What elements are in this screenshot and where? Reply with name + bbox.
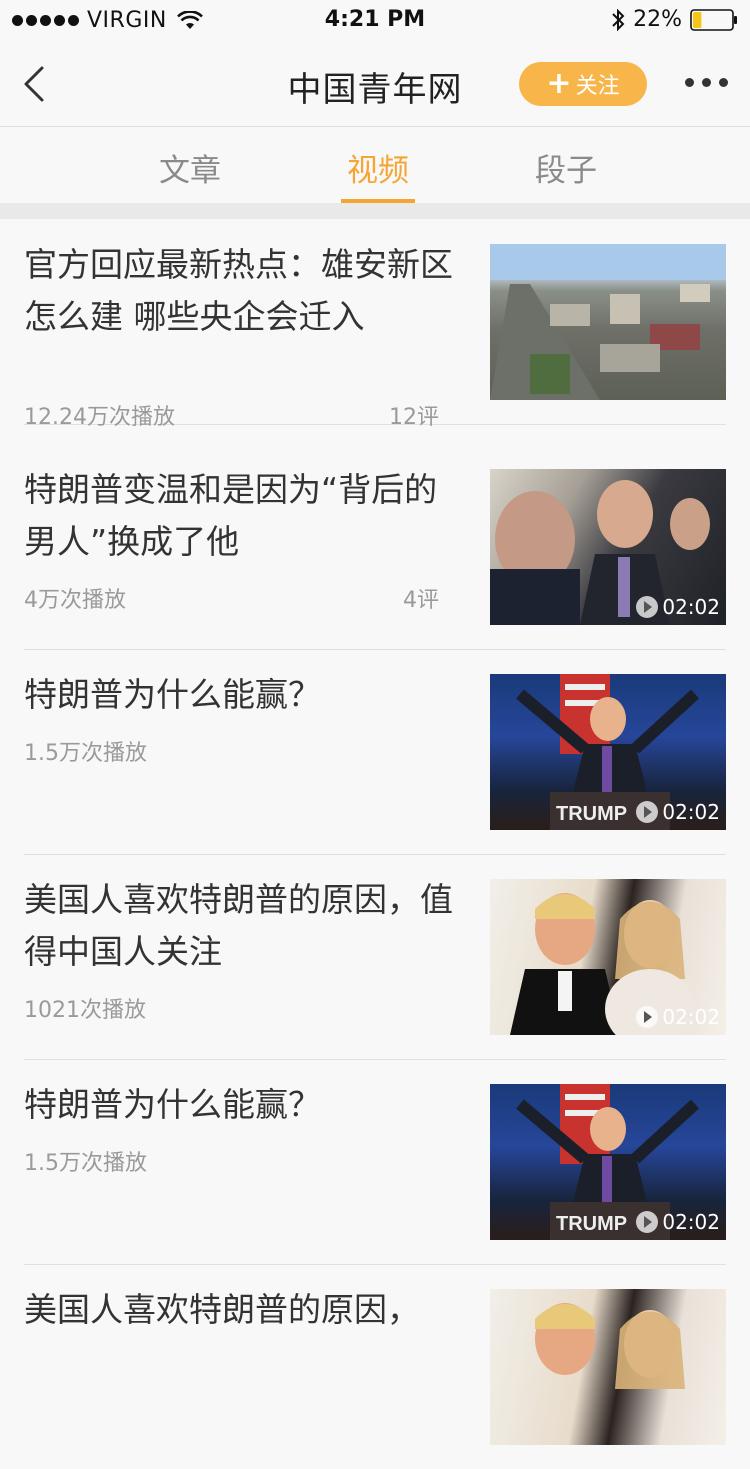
comment-count: 4评 bbox=[403, 588, 439, 613]
duration-label: 02:02 bbox=[662, 1005, 720, 1029]
play-icon bbox=[636, 1211, 659, 1233]
duration-label: 02:02 bbox=[662, 595, 720, 619]
section-divider bbox=[0, 203, 750, 219]
play-count: 4万次播放 bbox=[24, 588, 126, 613]
video-duration: 02:02 bbox=[636, 1005, 720, 1029]
battery-percent: 22% bbox=[633, 7, 682, 32]
list-item[interactable]: 特朗普为什么能赢？ 1.5万次播放 TRUMP 02:02 bbox=[24, 649, 726, 855]
status-right: 22% bbox=[611, 7, 738, 32]
play-icon bbox=[636, 1006, 659, 1028]
rally-image: TRUMP 02:02 bbox=[490, 674, 726, 830]
list-item[interactable]: 特朗普为什么能赢？ 1.5万次播放 TRUMP 02:02 bbox=[24, 1059, 726, 1265]
rally-image: TRUMP 02:02 bbox=[490, 1084, 726, 1240]
play-icon bbox=[636, 596, 659, 618]
nav-bar: 中国青年网 + 关注 bbox=[0, 40, 750, 127]
comment-count: 12评 bbox=[389, 405, 439, 430]
play-icon bbox=[636, 801, 659, 823]
item-title: 官方回应最新热点：雄安新区怎么建 哪些央企会迁入 bbox=[24, 245, 453, 336]
status-bar: VIRGIN 4:21 PM 22% bbox=[0, 0, 750, 40]
item-title: 特朗普为什么能赢？ bbox=[24, 1085, 321, 1124]
item-title: 特朗普变温和是因为“背后的男人”换成了他 bbox=[24, 470, 438, 561]
couple-image: 02:02 bbox=[490, 879, 726, 1035]
list-item[interactable]: 特朗普变温和是因为“背后的男人”换成了他 4万次播放 4评 02:02 bbox=[24, 444, 726, 650]
more-options-icon[interactable] bbox=[685, 78, 728, 87]
play-count: 1.5万次播放 bbox=[24, 1151, 147, 1176]
list-item[interactable]: 美国人喜欢特朗普的原因， bbox=[24, 1264, 726, 1469]
tab-videos[interactable]: 视频 bbox=[333, 145, 423, 190]
item-title: 美国人喜欢特朗普的原因， bbox=[24, 1290, 420, 1329]
tab-articles[interactable]: 文章 bbox=[145, 145, 235, 190]
battery-icon bbox=[690, 8, 737, 31]
couple-art bbox=[535, 1303, 685, 1389]
video-duration: 02:02 bbox=[636, 800, 720, 824]
list-item[interactable]: 美国人喜欢特朗普的原因，值得中国人关注 1021次播放 02:02 bbox=[24, 854, 726, 1060]
duration-label: 02:02 bbox=[662, 800, 720, 824]
play-count: 1.5万次播放 bbox=[24, 741, 147, 766]
tab-jokes[interactable]: 段子 bbox=[521, 145, 611, 190]
meeting-image: 02:02 bbox=[490, 469, 726, 625]
svg-text:TRUMP: TRUMP bbox=[556, 803, 627, 825]
play-count: 1021次播放 bbox=[24, 998, 146, 1023]
city-aerial-art bbox=[490, 244, 726, 400]
follow-label: 关注 bbox=[575, 74, 620, 99]
play-count: 12.24万次播放 bbox=[24, 405, 175, 430]
plus-icon: + bbox=[546, 66, 572, 101]
duration-label: 02:02 bbox=[662, 1210, 720, 1234]
tab-bar: 文章 视频 段子 bbox=[0, 127, 750, 203]
bluetooth-icon bbox=[612, 8, 625, 31]
couple-image bbox=[490, 1289, 726, 1445]
item-title: 美国人喜欢特朗普的原因，值得中国人关注 bbox=[24, 880, 453, 971]
list-item[interactable]: 官方回应最新热点：雄安新区怎么建 哪些央企会迁入 12.24万次播放 12评 bbox=[24, 219, 726, 430]
follow-button[interactable]: + 关注 bbox=[519, 62, 647, 106]
city-aerial-image bbox=[490, 244, 726, 400]
item-title: 特朗普为什么能赢？ bbox=[24, 675, 321, 714]
video-duration: 02:02 bbox=[636, 595, 720, 619]
svg-text:TRUMP: TRUMP bbox=[556, 1213, 627, 1235]
video-duration: 02:02 bbox=[636, 1210, 720, 1234]
